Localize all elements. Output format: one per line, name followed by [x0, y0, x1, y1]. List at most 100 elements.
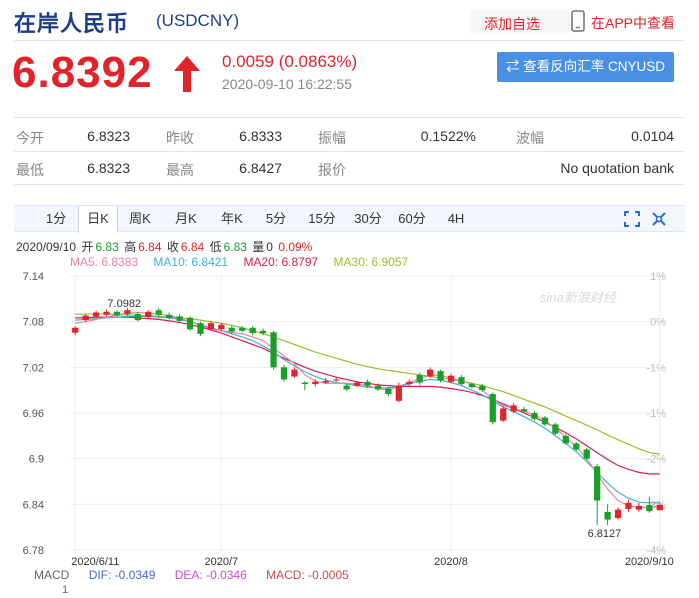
tab-weekly[interactable]: 周K	[120, 206, 160, 232]
candle-body	[562, 435, 569, 444]
reverse-rate-button[interactable]: ⇄ 查看反向汇率 CNYUSD	[497, 52, 674, 82]
stats-row: 今开 6.8323 昨收 6.8333 振幅 0.1522% 波幅 0.0104	[14, 121, 685, 151]
candle-body	[301, 382, 308, 385]
candle-body	[468, 384, 476, 388]
tab-60min[interactable]: 60分	[392, 206, 432, 232]
candle-body	[489, 393, 496, 423]
tab-5min[interactable]: 5分	[256, 206, 296, 232]
stat-value: 0.1522%	[420, 128, 476, 144]
pct-tick-label: -1%	[646, 408, 666, 420]
ma20-value: MA20: 6.8797	[243, 255, 319, 269]
y-tick-label: 6.78	[23, 545, 44, 557]
candle-body	[291, 369, 298, 377]
ma20-line	[75, 316, 660, 475]
y-tick-label: 7.08	[23, 317, 44, 329]
tab-1min[interactable]: 1分	[36, 206, 76, 232]
stat-label: 最低	[16, 162, 44, 178]
period-tabs: 1分 日K 周K 月K 年K 5分 15分 30分 60分 4H	[14, 205, 685, 233]
candle-body	[614, 509, 622, 519]
candle-body	[239, 327, 246, 331]
macd-legend: MACD DIF: -0.0349 DEA: -0.0346 MACD: -0.…	[34, 568, 365, 582]
ma5-line	[75, 311, 660, 508]
close-value: 6.84	[180, 240, 205, 254]
ma10-line	[75, 315, 660, 504]
y-tick-label: 6.84	[23, 499, 44, 511]
macd-label: MACD	[34, 568, 70, 582]
candle-body	[249, 327, 256, 334]
candle-body	[573, 443, 580, 450]
stat-label: 最高	[166, 162, 194, 178]
candle-body	[113, 311, 121, 316]
candle-body	[333, 379, 340, 381]
candle-body	[458, 377, 465, 385]
candle-body	[447, 375, 455, 382]
candle-body	[520, 409, 528, 412]
candle-body	[103, 311, 110, 315]
tab-4h[interactable]: 4H	[436, 206, 476, 232]
candle-body	[124, 310, 131, 315]
stat-label: 报价	[318, 162, 346, 178]
tab-daily[interactable]: 日K	[78, 206, 118, 233]
low-label: 低	[209, 240, 222, 254]
fullscreen-icon[interactable]	[624, 211, 640, 227]
candle-body	[385, 388, 392, 394]
stat-value: 0.0104	[631, 128, 674, 144]
stat-value: 6.8323	[87, 128, 130, 144]
candle-body	[416, 374, 423, 383]
ma30-value: MA30: 6.9057	[333, 255, 409, 269]
stat-value: 6.8427	[239, 160, 282, 176]
candle-body	[541, 417, 549, 425]
stat-label: 波幅	[516, 130, 544, 146]
candle-body	[207, 323, 215, 330]
candle-body	[635, 505, 643, 510]
add-watchlist-button[interactable]: 添加自选	[470, 10, 570, 34]
pct-tick-label: 1%	[650, 271, 666, 283]
candle-body	[531, 413, 538, 420]
tab-30min[interactable]: 30分	[348, 206, 388, 232]
open-value: 6.83	[95, 240, 119, 254]
current-price: 6.8392	[12, 48, 153, 97]
open-label: 开	[81, 240, 94, 254]
candle-body	[353, 382, 361, 386]
pct-change: 0.09%	[278, 240, 313, 254]
stat-label: 振幅	[318, 130, 346, 146]
candle-body	[166, 314, 173, 318]
divider	[14, 117, 685, 118]
volume-label: 量	[252, 240, 265, 254]
candle-body	[374, 385, 382, 390]
candle-body	[656, 504, 663, 511]
candle-info: 2020/09/10 开 6.83 高 6.84 收 6.84 低 6.83 量0 0.…	[16, 238, 314, 255]
candle-body	[552, 424, 559, 434]
x-tick-label: 2020/9/10	[625, 556, 674, 568]
candle-body	[280, 367, 288, 380]
candle-body	[646, 505, 653, 512]
header: 在岸人民币 (USDCNY) 添加自选 在APP中查看	[14, 6, 685, 36]
candle-body	[479, 385, 486, 391]
y-tick-label: 6.9	[29, 454, 44, 466]
candle-date: 2020/09/10	[16, 240, 77, 254]
y-tick-label: 7.02	[23, 362, 44, 374]
volume-value: 0	[266, 240, 273, 254]
candle-body	[312, 381, 319, 385]
tab-monthly[interactable]: 月K	[166, 206, 206, 232]
dif-value: DIF: -0.0349	[88, 568, 156, 582]
candle-body	[186, 317, 194, 330]
settings-icon[interactable]	[651, 211, 667, 227]
candle-body	[406, 381, 413, 385]
dea-value: DEA: -0.0346	[174, 568, 247, 582]
candle-body	[510, 405, 517, 412]
candle-body	[500, 408, 507, 421]
tab-yearly[interactable]: 年K	[212, 206, 252, 232]
tab-15min[interactable]: 15分	[302, 206, 342, 232]
candle-body	[134, 314, 141, 321]
stat-value: No quotation bank	[560, 160, 674, 176]
stats-row: 最低 6.8323 最高 6.8427 报价 No quotation bank	[14, 153, 685, 183]
symbol-label: (USDCNY)	[156, 11, 240, 30]
candle-body	[92, 312, 100, 317]
view-in-app-label: 在APP中查看	[591, 15, 676, 31]
candle-body	[437, 371, 444, 381]
divider	[14, 151, 685, 152]
stat-label: 昨收	[166, 130, 194, 146]
candlestick-chart[interactable]: 7.14 1%7.08 0%7.02 -1%6.96 -1%6.9 -2%6.84 -3%6…	[0, 268, 699, 568]
y-tick-label: 6.96	[23, 408, 44, 420]
